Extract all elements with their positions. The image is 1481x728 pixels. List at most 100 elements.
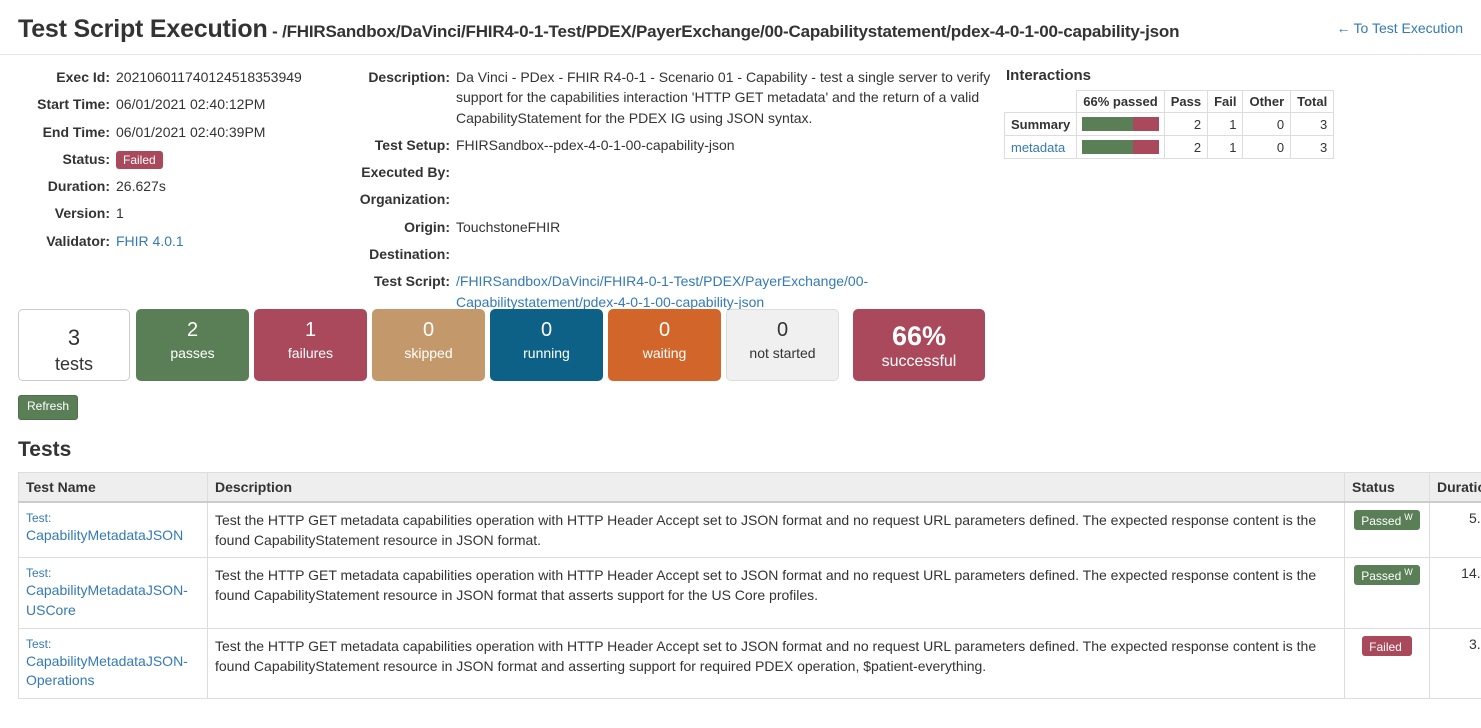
test-name-link[interactable]: CapabilityMetadataJSON xyxy=(26,526,200,546)
stat-box-waiting[interactable]: 0 waiting xyxy=(608,309,721,381)
stat-label-passes: passes xyxy=(170,345,215,361)
table-row: Test: CapabilityMetadataJSON-USCore Test… xyxy=(18,557,1481,629)
test-status-cell: Passed W xyxy=(1344,557,1430,629)
interaction-metadata-link[interactable]: metadata xyxy=(1011,140,1065,155)
test-description-cell: Test the HTTP GET metadata capabilities … xyxy=(207,501,1345,559)
validator-link[interactable]: FHIR 4.0.1 xyxy=(116,233,184,249)
detail-row-organization: Organization: xyxy=(352,189,992,209)
bar-segment-pass xyxy=(1082,140,1133,154)
table-row: Test: CapabilityMetadataJSON Test the HT… xyxy=(18,501,1481,559)
pass-fail-bar xyxy=(1082,140,1159,154)
detail-row-start-time: Start Time: 06/01/2021 02:40:12PM xyxy=(18,94,348,114)
status-badge: Passed W xyxy=(1354,509,1420,530)
status-value: Failed xyxy=(116,149,348,170)
start-time-value: 06/01/2021 02:40:12PM xyxy=(116,96,266,113)
interactions-fail-count: 1 xyxy=(1207,135,1244,159)
execution-metadata-column: Description: Da Vinci - PDex - FHIR R4-0… xyxy=(352,67,992,319)
to-test-execution-link[interactable]: ← To Test Execution xyxy=(1337,20,1463,36)
test-name-link[interactable]: CapabilityMetadataJSON-USCore xyxy=(26,581,200,620)
status-badge-warning-marker: W xyxy=(1404,511,1413,522)
detail-row-status: Status: Failed xyxy=(18,149,348,170)
interactions-progress-cell xyxy=(1076,135,1165,159)
description-value: Da Vinci - PDex - FHIR R4-0-1 - Scenario… xyxy=(456,69,991,126)
test-name-cell: Test: CapabilityMetadataJSON xyxy=(18,501,208,559)
interactions-col-blank xyxy=(1003,90,1078,113)
interactions-total-count: 3 xyxy=(1290,135,1335,159)
interactions-title: Interactions xyxy=(1006,67,1092,84)
status-badge-label: Passed xyxy=(1361,569,1402,584)
stat-label-not-started: not started xyxy=(749,345,816,361)
detail-row-duration: Duration: 26.627s xyxy=(18,176,348,196)
bar-segment-fail xyxy=(1132,140,1159,154)
stat-value-passes: 2 xyxy=(186,319,199,341)
page-title-separator: - xyxy=(267,22,283,41)
test-description-cell: Test the HTTP GET metadata capabilities … xyxy=(207,627,1345,699)
interactions-table: 66% passed Pass Fail Other Total Summary xyxy=(1003,90,1335,159)
bar-segment-pass xyxy=(1082,117,1133,131)
interactions-other-count: 0 xyxy=(1242,135,1292,159)
detail-row-version: Version: 1 xyxy=(18,203,348,223)
interactions-other-count: 0 xyxy=(1242,112,1292,136)
stat-box-passes[interactable]: 2 passes xyxy=(136,309,249,381)
organization-value xyxy=(456,189,992,209)
stat-box-tests[interactable]: 3 tests xyxy=(18,309,130,381)
page-title-main: Test Script Execution xyxy=(18,15,268,43)
pass-fail-bar xyxy=(1082,117,1159,131)
exec-id-label: Exec Id: xyxy=(56,69,110,85)
test-duration-cell: 5.641s xyxy=(1429,501,1481,559)
detail-row-end-time: End Time: 06/01/2021 02:40:39PM xyxy=(18,122,348,142)
test-status-cell: Failed xyxy=(1344,627,1430,699)
executed-by-label: Executed By: xyxy=(361,164,450,181)
tests-col-duration[interactable]: Duration xyxy=(1429,471,1481,503)
refresh-button[interactable]: Refresh xyxy=(18,395,79,420)
tests-col-description[interactable]: Description xyxy=(207,471,1345,503)
page-header: Test Script Execution - /FHIRSandbox/DaV… xyxy=(0,0,1481,55)
to-test-execution-label: To Test Execution xyxy=(1353,20,1463,36)
interactions-row-metadata[interactable]: metadata 2 1 0 3 xyxy=(1003,135,1335,159)
detail-row-test-script: Test Script: /FHIRSandbox/DaVinci/FHIR4-… xyxy=(352,271,992,312)
interactions-pass-count: 2 xyxy=(1163,112,1209,136)
detail-row-origin: Origin: TouchstoneFHIR xyxy=(352,217,992,237)
stat-box-successful[interactable]: 66% successful xyxy=(853,309,985,381)
stat-label-waiting: waiting xyxy=(642,345,687,361)
test-name-cell: Test: CapabilityMetadataJSON-USCore xyxy=(18,557,208,629)
stat-value-skipped: 0 xyxy=(422,319,435,341)
test-name-link[interactable]: CapabilityMetadataJSON-Operations xyxy=(26,652,200,691)
execution-summary-column: Exec Id: 202106011740124518353949 Start … xyxy=(18,67,348,258)
stat-label-successful: successful xyxy=(881,353,957,371)
detail-row-executed-by: Executed By: xyxy=(352,162,992,182)
organization-label: Organization: xyxy=(359,191,450,208)
table-row: Test: CapabilityMetadataJSON-Operations … xyxy=(18,627,1481,699)
test-script-link[interactable]: /FHIRSandbox/DaVinci/FHIR4-0-1-Test/PDEX… xyxy=(456,273,868,309)
tests-section-heading: Tests xyxy=(18,437,72,461)
exec-id-value: 202106011740124518353949 xyxy=(116,69,302,85)
interactions-row-summary: Summary 2 1 0 3 xyxy=(1003,112,1335,136)
tests-col-status[interactable]: Status xyxy=(1344,471,1430,503)
stat-value-waiting: 0 xyxy=(658,319,671,341)
stat-box-running[interactable]: 0 running xyxy=(490,309,603,381)
stat-label-failures: failures xyxy=(287,345,334,361)
stat-label-running: running xyxy=(523,345,570,361)
description-label: Description: xyxy=(368,69,450,85)
test-script-value: /FHIRSandbox/DaVinci/FHIR4-0-1-Test/PDEX… xyxy=(456,271,992,312)
status-badge: Failed xyxy=(116,151,163,170)
detail-row-description: Description: Da Vinci - PDex - FHIR R4-0… xyxy=(352,67,992,128)
destination-label: Destination: xyxy=(369,246,450,263)
interactions-col-total: Total xyxy=(1290,90,1335,113)
stat-box-skipped[interactable]: 0 skipped xyxy=(372,309,485,381)
stat-box-failures[interactable]: 1 failures xyxy=(254,309,367,381)
stat-label-tests: tests xyxy=(54,353,93,374)
test-duration-cell: 3.257s xyxy=(1429,627,1481,699)
start-time-label: Start Time: xyxy=(37,96,110,113)
detail-row-exec-id: Exec Id: 202106011740124518353949 xyxy=(18,67,348,87)
interactions-progress-cell xyxy=(1076,112,1165,136)
version-value: 1 xyxy=(116,205,124,222)
status-badge: Failed xyxy=(1362,635,1412,656)
tests-col-test-name[interactable]: Test Name xyxy=(18,471,208,503)
interactions-col-other: Other xyxy=(1242,90,1292,113)
interactions-header-row: 66% passed Pass Fail Other Total xyxy=(1003,90,1335,113)
interactions-total-count: 3 xyxy=(1290,112,1335,136)
status-badge-label: Passed xyxy=(1361,513,1402,528)
stat-box-not-started[interactable]: 0 not started xyxy=(726,309,839,381)
execution-details: Exec Id: 202106011740124518353949 Start … xyxy=(0,55,1481,310)
